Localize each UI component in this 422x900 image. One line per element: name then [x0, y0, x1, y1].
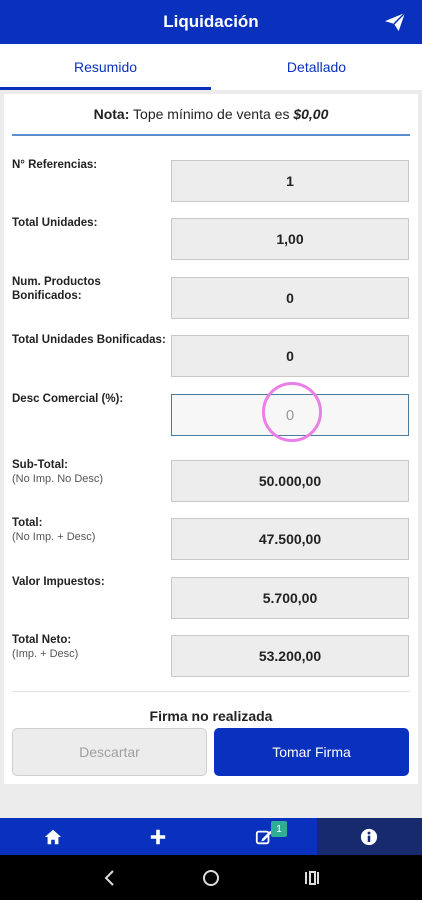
plus-icon	[151, 829, 166, 844]
field-value: 1,00	[171, 218, 409, 260]
field-value: 0	[171, 335, 409, 377]
min-sale-note: Nota: Tope mínimo de venta es $0,00	[12, 94, 410, 136]
field-label: Valor Impuestos:	[12, 576, 105, 588]
nav-info[interactable]	[316, 818, 422, 855]
field-subtotal: Sub-Total: (No Imp. No Desc) 50.000,00	[12, 458, 410, 502]
home-circle-icon[interactable]	[201, 868, 221, 888]
note-value: $0,00	[293, 106, 329, 122]
field-unidades-bonificadas: Total Unidades Bonificadas: 0	[12, 333, 410, 377]
page-title: Liquidación	[163, 12, 259, 31]
field-impuestos: Valor Impuestos: 5.700,00	[12, 575, 410, 619]
field-value: 53.200,00	[171, 635, 409, 677]
back-icon[interactable]	[100, 868, 120, 888]
field-value: 5.700,00	[171, 577, 409, 619]
field-label: Total Neto: (Imp. + Desc)	[12, 634, 79, 660]
field-label: Num. Productos Bonificados:	[12, 276, 101, 302]
field-value: 47.500,00	[171, 518, 409, 560]
take-signature-button[interactable]: Tomar Firma	[214, 728, 409, 776]
info-icon	[361, 828, 378, 845]
tab-resumido[interactable]: Resumido	[0, 44, 211, 90]
tab-bar: Resumido Detallado	[0, 44, 422, 90]
field-label: N° Referencias:	[12, 159, 98, 171]
field-desc-comercial: Desc Comercial (%): 0	[12, 392, 410, 436]
send-icon[interactable]	[384, 12, 406, 32]
notification-badge: 1	[271, 821, 287, 837]
discard-button[interactable]: Descartar	[12, 728, 207, 776]
nav-add[interactable]	[106, 818, 212, 855]
summary-card: Nota: Tope mínimo de venta es $0,00 N° R…	[4, 94, 418, 784]
app-header: Liquidación	[0, 0, 422, 44]
signature-status: Firma no realizada	[149, 708, 273, 724]
recents-icon[interactable]	[302, 868, 322, 888]
field-total-unidades: Total Unidades: 1,00	[12, 216, 410, 260]
field-label: Total Unidades:	[12, 217, 98, 229]
field-productos-bonificados: Num. Productos Bonificados: 0	[12, 275, 410, 319]
note-text: Tope mínimo de venta es	[129, 106, 294, 122]
field-label: Sub-Total: (No Imp. No Desc)	[12, 459, 104, 485]
home-icon	[44, 829, 61, 844]
bottom-nav: 1	[0, 818, 422, 855]
nav-home[interactable]	[0, 818, 106, 855]
divider	[12, 691, 410, 692]
field-total-neto: Total Neto: (Imp. + Desc) 53.200,00	[12, 633, 410, 677]
field-label: Total: (No Imp. + Desc)	[12, 517, 96, 543]
field-value: 1	[171, 160, 409, 202]
desc-comercial-input[interactable]: 0	[171, 394, 409, 436]
field-value: 0	[171, 277, 409, 319]
field-value: 50.000,00	[171, 460, 409, 502]
nav-edit[interactable]: 1	[211, 818, 317, 855]
field-label: Total Unidades Bonificadas:	[12, 334, 166, 346]
tab-detallado[interactable]: Detallado	[211, 44, 422, 90]
note-prefix: Nota:	[93, 106, 130, 122]
field-total: Total: (No Imp. + Desc) 47.500,00	[12, 516, 410, 560]
system-nav-bar	[0, 855, 422, 900]
field-referencias: N° Referencias: 1	[12, 158, 410, 202]
field-label: Desc Comercial (%):	[12, 393, 124, 405]
